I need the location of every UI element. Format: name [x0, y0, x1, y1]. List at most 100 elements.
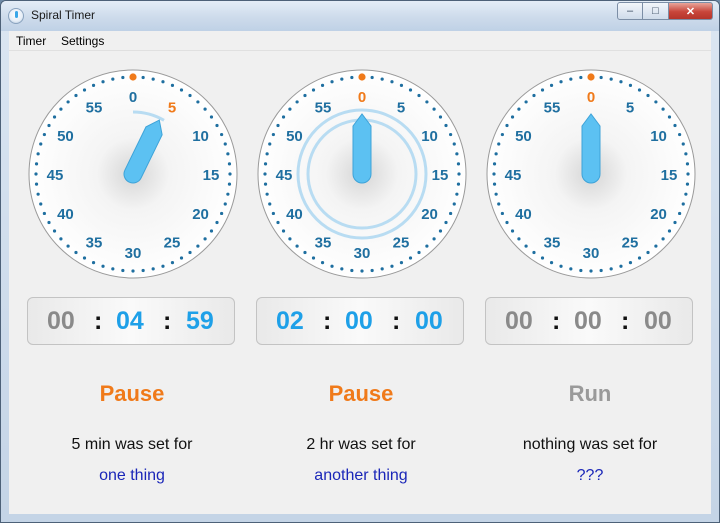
timer-name-link[interactable]: ??? [480, 467, 700, 485]
timer-dial[interactable]: 0 5 10 15 20 25 30 35 40 45 50 55 [27, 68, 239, 280]
minute-tick [39, 142, 43, 146]
minute-tick [449, 132, 453, 137]
minute-tick [131, 269, 135, 273]
minute-tick [47, 123, 51, 128]
minimize-button[interactable]: – [617, 2, 643, 20]
minute-tick [494, 192, 498, 196]
minute-tick [340, 267, 344, 271]
timer-hand [581, 113, 601, 184]
minute-tick [637, 88, 642, 92]
app-icon[interactable] [8, 8, 24, 24]
minute-tick [517, 237, 521, 241]
minute-tick [438, 229, 443, 233]
minute-tick [121, 268, 125, 273]
dial-number: 30 [125, 245, 142, 262]
dial-number: 50 [515, 128, 532, 145]
minute-tick [444, 220, 448, 225]
menu-settings[interactable]: Settings [61, 34, 104, 48]
minute-tick [47, 220, 51, 225]
minute-tick [52, 115, 57, 119]
timer-dial[interactable]: 0 5 10 15 20 25 30 35 40 45 50 55 [485, 68, 697, 280]
dial-number: 45 [505, 167, 522, 184]
minute-tick [628, 261, 633, 265]
minute-tick [330, 80, 334, 84]
dial-number: 5 [168, 99, 176, 116]
minute-tick [188, 93, 192, 98]
pause-button[interactable]: Pause [22, 381, 242, 407]
minute-tick [438, 115, 443, 119]
dial-number: 25 [622, 235, 639, 252]
minute-tick [220, 132, 224, 137]
dial-number: 50 [57, 128, 74, 145]
minute-tick [101, 80, 105, 84]
minute-tick [42, 211, 46, 216]
minute-tick [268, 202, 272, 206]
time-display[interactable]: 00 : 04 : 59 [27, 297, 235, 345]
minute-tick [678, 132, 682, 137]
minute-tick [227, 182, 232, 186]
hours-digits: 00 [505, 307, 533, 335]
run-button[interactable]: Run [480, 381, 700, 407]
title-bar[interactable]: Spiral Timer – □ ✕ [1, 1, 719, 31]
dial-number: 25 [164, 235, 181, 252]
minute-tick [209, 115, 214, 119]
minute-tick [661, 237, 665, 241]
minute-tick [455, 192, 459, 196]
time-display[interactable]: 00 : 00 : 00 [485, 297, 693, 345]
dial-number: 5 [626, 99, 634, 116]
minute-tick [408, 256, 413, 260]
time-display[interactable]: 02 : 00 : 00 [256, 297, 464, 345]
colon-separator: : [94, 307, 103, 335]
minute-tick [494, 152, 498, 156]
pause-button[interactable]: Pause [251, 381, 471, 407]
colon-separator: : [621, 307, 630, 335]
timer-description: 2 hr was set for [306, 436, 416, 453]
minute-tick [303, 250, 307, 255]
colon-separator: : [163, 307, 172, 335]
minute-tick [66, 100, 70, 104]
minute-tick [265, 152, 269, 156]
timer-description: nothing was set for [522, 436, 658, 453]
minute-tick [619, 80, 623, 84]
minute-tick [288, 107, 292, 111]
hours-digits: 02 [276, 307, 304, 335]
dial-number: 45 [276, 167, 293, 184]
dial-number: 10 [421, 128, 438, 145]
minute-tick [170, 83, 175, 87]
dial-number: 55 [544, 99, 561, 116]
minute-tick [330, 264, 334, 268]
dial-number: 40 [286, 206, 303, 223]
minute-tick [276, 220, 280, 225]
minute-tick [170, 261, 175, 265]
minute-tick [34, 182, 39, 186]
minute-tick [452, 142, 456, 146]
minute-tick [654, 244, 658, 248]
minute-tick [628, 83, 633, 87]
dial-number: 55 [86, 99, 103, 116]
timer-name-link[interactable]: another thing [251, 467, 471, 485]
minute-tick [281, 115, 286, 119]
minute-tick [646, 93, 650, 98]
dial-number: 30 [583, 245, 600, 262]
minute-tick [579, 268, 583, 273]
minute-tick [532, 93, 536, 98]
minute-tick [311, 256, 316, 260]
window-controls: – □ ✕ [617, 2, 713, 20]
minute-tick [82, 256, 87, 260]
minute-tick [141, 268, 145, 273]
minute-tick [271, 211, 275, 216]
menu-timer[interactable]: Timer [16, 34, 46, 48]
dial-number: 30 [354, 245, 371, 262]
colon-separator: : [392, 307, 401, 335]
dial-number: 25 [393, 235, 410, 252]
dial-face-svg: 0 5 10 15 20 25 30 35 40 45 50 55 [486, 69, 696, 279]
minute-tick [179, 256, 184, 260]
timer-name-link[interactable]: one thing [22, 467, 242, 485]
minute-tick [492, 172, 496, 176]
maximize-button[interactable]: □ [643, 2, 669, 20]
minute-tick [59, 237, 63, 241]
timer-dial[interactable]: 0 5 10 15 20 25 30 35 40 45 50 55 [256, 68, 468, 280]
close-button[interactable]: ✕ [669, 2, 713, 20]
minute-tick [390, 80, 394, 84]
minute-tick [444, 123, 448, 128]
